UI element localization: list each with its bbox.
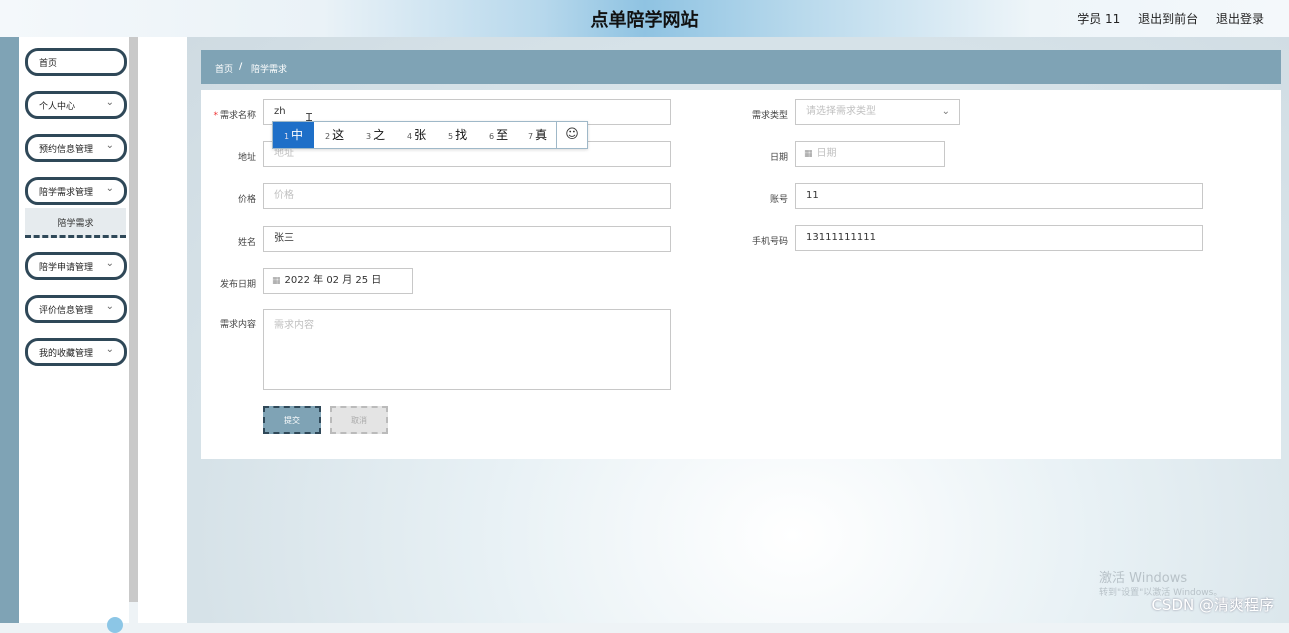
address-label: 地址 xyxy=(237,153,256,163)
sidebar-item-label: 我的收藏管理 xyxy=(39,349,94,359)
logout-link[interactable]: 退出登录 xyxy=(1216,12,1264,26)
chevron-down-icon: ⌄ xyxy=(105,183,114,194)
publish-date-label: 发布日期 xyxy=(219,280,256,290)
calendar-icon: ▦ xyxy=(272,276,281,286)
chevron-down-icon: ⌄ xyxy=(105,97,114,108)
phone-input[interactable]: 13111111111 xyxy=(795,225,1203,251)
submenu-item-demand[interactable]: 陪学需求 xyxy=(25,208,126,238)
sidebar-item-appointment[interactable]: 预约信息管理 ⌄ xyxy=(25,134,127,162)
sidebar-item-review[interactable]: 评价信息管理 ⌄ xyxy=(25,295,127,323)
sidebar-item-demand-management[interactable]: 陪学需求管理 ⌄ xyxy=(25,177,127,205)
submenu-item-label: 陪学需求 xyxy=(57,219,94,229)
sidebar-scrollbar[interactable] xyxy=(129,37,138,602)
top-header: 点单陪学网站 学员 11 退出到前台 退出登录 xyxy=(0,0,1289,37)
ime-candidate[interactable]: 5找 xyxy=(448,122,467,148)
publish-date-picker[interactable]: ▦ 2022 年 02 月 25 日 xyxy=(263,268,413,294)
sidebar-item-label: 陪学需求管理 xyxy=(39,188,94,198)
chevron-down-icon: ⌄ xyxy=(941,106,950,117)
chevron-down-icon: ⌄ xyxy=(105,344,114,355)
sidebar-item-label: 首页 xyxy=(39,59,58,69)
phone-label: 手机号码 xyxy=(751,237,788,247)
name-label: 姓名 xyxy=(237,238,256,248)
ime-candidate[interactable]: 6至 xyxy=(489,122,508,148)
demand-type-select[interactable]: 请选择需求类型 ⌄ xyxy=(795,99,960,125)
chevron-down-icon: ⌄ xyxy=(105,301,114,312)
chevron-down-icon: ⌄ xyxy=(105,258,114,269)
ime-candidate[interactable]: 2这 xyxy=(325,122,344,148)
demand-name-label: * 需求名称 xyxy=(213,111,256,121)
sidebar-strip xyxy=(0,37,19,623)
demand-type-label: 需求类型 xyxy=(751,111,788,121)
header-user-links: 学员 11 退出到前台 退出登录 xyxy=(1063,10,1264,27)
price-label: 价格 xyxy=(237,195,256,205)
ime-candidate-popup: 1中 2这 3之 4张 5找 6至 7真 ☺ xyxy=(272,121,588,149)
sidebar-item-label: 预约信息管理 xyxy=(39,145,94,155)
demand-content-label: 需求内容 xyxy=(219,320,256,330)
sidebar-item-application[interactable]: 陪学申请管理 ⌄ xyxy=(25,252,127,280)
ime-candidate[interactable]: 4张 xyxy=(407,122,426,148)
sidebar-item-label: 个人中心 xyxy=(39,102,76,112)
sidebar-item-favorites[interactable]: 我的收藏管理 ⌄ xyxy=(25,338,127,366)
breadcrumb-separator: / xyxy=(239,62,243,72)
user-label: 学员 11 xyxy=(1077,12,1121,26)
breadcrumb-current: 陪学需求 xyxy=(251,65,288,75)
account-input[interactable]: 11 xyxy=(795,183,1203,209)
sidebar-item-home[interactable]: 首页 xyxy=(25,48,127,76)
windows-activation-title: 激活 Windows xyxy=(1099,571,1188,586)
name-input[interactable]: 张三 xyxy=(263,226,671,252)
cancel-button[interactable]: 取消 xyxy=(330,406,388,434)
ime-candidate[interactable]: 3之 xyxy=(366,122,385,148)
calendar-icon: ▦ xyxy=(804,149,813,159)
ime-candidate[interactable]: 7真 xyxy=(528,122,547,148)
sidebar-item-label: 评价信息管理 xyxy=(39,306,94,316)
corner-decoration xyxy=(107,617,123,633)
chevron-down-icon: ⌄ xyxy=(105,140,114,151)
sidebar-item-label: 陪学申请管理 xyxy=(39,263,94,273)
smiley-icon[interactable]: ☺ xyxy=(556,122,587,148)
demand-content-textarea[interactable]: 需求内容 xyxy=(263,309,671,390)
front-link[interactable]: 退出到前台 xyxy=(1138,12,1198,26)
breadcrumb: 首页 / 陪学需求 xyxy=(201,50,1281,84)
date-label: 日期 xyxy=(769,153,788,163)
submit-button[interactable]: 提交 xyxy=(263,406,321,434)
sidebar: 首页 个人中心 ⌄ 预约信息管理 ⌄ 陪学需求管理 ⌄ 陪学需求 陪学申请管理 … xyxy=(19,37,129,623)
csdn-watermark: CSDN @清爽程序 xyxy=(1151,596,1274,614)
ime-candidate[interactable]: 1中 xyxy=(273,122,314,148)
breadcrumb-home[interactable]: 首页 xyxy=(215,62,233,75)
sidebar-item-personal-center[interactable]: 个人中心 ⌄ xyxy=(25,91,127,119)
required-mark: * xyxy=(213,111,218,121)
price-input[interactable]: 价格 xyxy=(263,183,671,209)
account-label: 账号 xyxy=(769,195,788,205)
sidebar-gap xyxy=(138,37,187,623)
date-picker[interactable]: ▦ 日期 xyxy=(795,141,945,167)
